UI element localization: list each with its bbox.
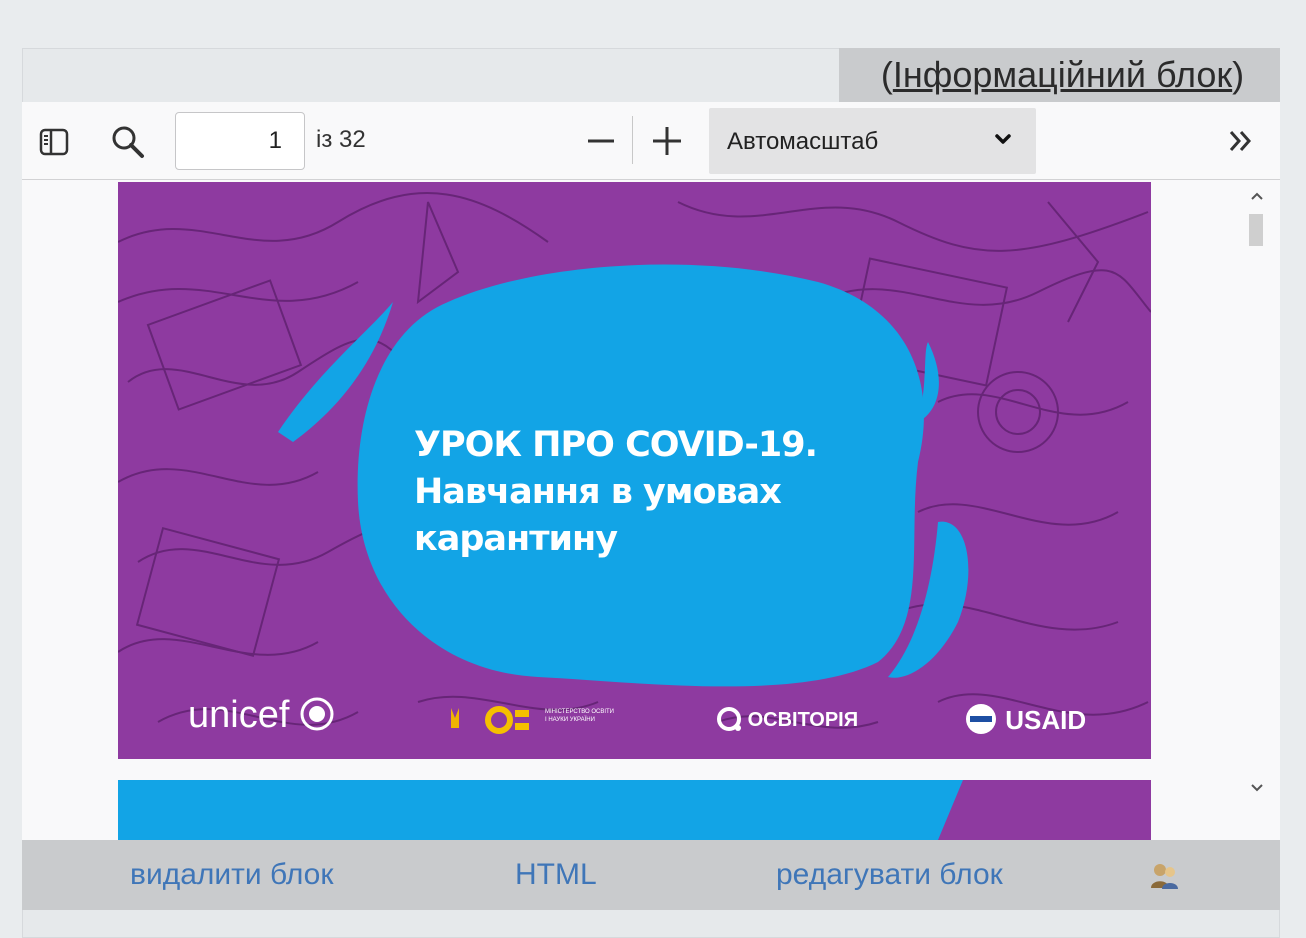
- scroll-down-icon[interactable]: [1246, 778, 1268, 798]
- usaid-logo: USAID: [964, 702, 1086, 736]
- unicef-logo-text: unicef: [188, 694, 290, 736]
- slide-title-line-3: карантину: [414, 519, 618, 559]
- edit-block-link[interactable]: редагувати блок: [776, 840, 1003, 910]
- vertical-scrollbar[interactable]: [1244, 180, 1272, 840]
- info-open-paren: (: [880, 54, 893, 95]
- chevron-down-icon: [992, 128, 1014, 155]
- page-2-header-band: [938, 780, 1151, 840]
- users-icon[interactable]: [1148, 860, 1180, 892]
- pdf-toolbar: із 32 Автомасштаб: [22, 102, 1280, 180]
- scrollbar-thumb[interactable]: [1249, 214, 1263, 246]
- sidebar-toggle-icon[interactable]: [36, 124, 72, 160]
- scroll-up-icon[interactable]: [1246, 186, 1268, 206]
- pdf-viewer: із 32 Автомасштаб: [22, 102, 1280, 840]
- block-actions-bar: видалити блок HTML редагувати блок: [22, 840, 1280, 910]
- document-area[interactable]: УРОК ПРО COVID-19. Навчання в умовах кар…: [22, 180, 1280, 840]
- osvitoria-ring-icon: [717, 707, 741, 731]
- usaid-logo-text: USAID: [1005, 705, 1087, 735]
- zoom-select[interactable]: Автомасштаб: [709, 108, 1036, 174]
- info-close-paren: ): [1232, 54, 1245, 95]
- usaid-seal-icon: [966, 704, 996, 734]
- search-icon[interactable]: [108, 122, 148, 162]
- toolbar-separator: [632, 116, 633, 164]
- ministry-logo: МІНІСТЕРСТВО ОСВІТИ І НАУКИ УКРАЇНИ: [443, 702, 614, 743]
- minus-icon[interactable]: [582, 122, 620, 160]
- slide-title: УРОК ПРО COVID-19. Навчання в умовах кар…: [414, 422, 874, 563]
- unicef-logo: unicef: [188, 694, 334, 737]
- info-block-link-label[interactable]: Інформаційний блок: [893, 54, 1232, 95]
- pdf-page-1: УРОК ПРО COVID-19. Навчання в умовах кар…: [118, 182, 1151, 759]
- plus-icon[interactable]: [648, 122, 686, 160]
- info-block-link[interactable]: (Інформаційний блок): [839, 48, 1280, 102]
- osvitoria-logo: ОСВІТОРІЯ: [716, 706, 858, 732]
- ministry-logo-text: МІНІСТЕРСТВО ОСВІТИ І НАУКИ УКРАЇНИ: [545, 709, 614, 723]
- double-chevron-right-icon[interactable]: [1222, 122, 1260, 160]
- delete-block-link[interactable]: видалити блок: [130, 840, 333, 910]
- slide-title-line-2: Навчання в умовах: [414, 472, 782, 512]
- page-number-input[interactable]: [175, 112, 305, 170]
- zoom-select-value: Автомасштаб: [727, 128, 879, 155]
- pdf-page-2: [118, 780, 1151, 840]
- globe-icon: [300, 697, 334, 731]
- page-count-label: із 32: [316, 126, 366, 153]
- slide-title-line-1: УРОК ПРО COVID-19.: [414, 425, 818, 465]
- osvitoria-logo-text: ОСВІТОРІЯ: [747, 709, 859, 731]
- html-link[interactable]: HTML: [515, 840, 597, 910]
